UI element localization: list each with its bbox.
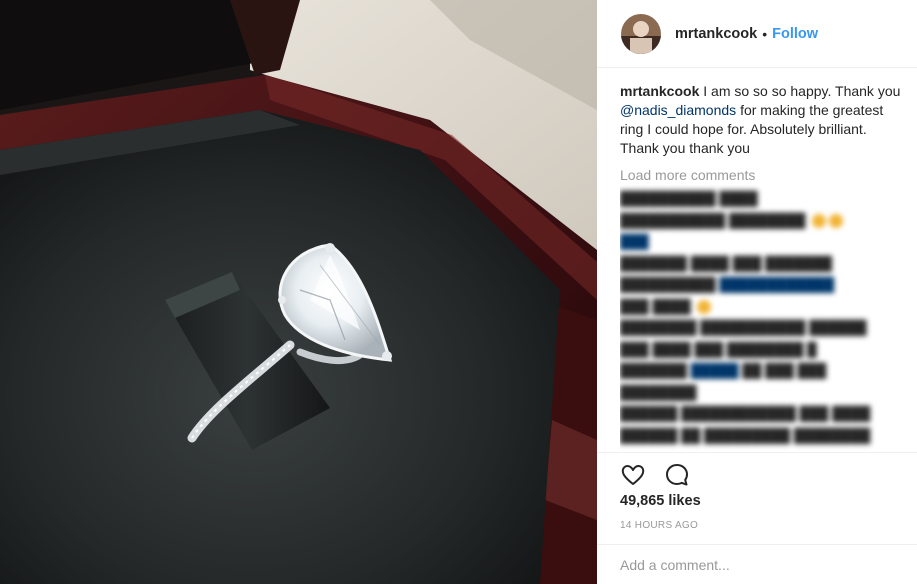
avatar[interactable] [621,13,661,54]
action-icons [619,461,691,489]
caption-username[interactable]: mrtankcook [620,83,699,99]
post-caption: mrtankcook I am so so so happy. Thank yo… [620,82,902,158]
heart-icon[interactable] [619,461,647,489]
post-header: mrtankcook • Follow [597,0,917,68]
header-separator: • [762,25,768,42]
ring-box-image [0,0,597,584]
likes-count[interactable]: 49,865 likes [620,493,701,509]
caption-mention[interactable]: @nadis_diamonds [620,102,736,118]
load-more-comments[interactable]: Load more comments [620,166,902,185]
post-timestamp[interactable]: 14 HOURS AGO [620,520,698,531]
follow-button[interactable]: Follow [772,26,818,42]
comment-input[interactable] [620,545,890,584]
add-comment-bar [597,544,917,584]
header-username[interactable]: mrtankcook [675,26,757,42]
post-photo[interactable] [0,0,597,584]
caption-text-start: I am so so so happy. Thank you [703,83,901,99]
comment-bubble-icon[interactable] [663,461,691,489]
blurred-comments: ██████████ ████ ███████████ ████████ ███… [620,191,871,443]
avatar-image [621,13,661,54]
post-side-panel: mrtankcook • Follow mrtankcook I am so s… [597,0,917,584]
comments-list[interactable]: mrtankcook I am so so so happy. Thank yo… [620,82,902,454]
